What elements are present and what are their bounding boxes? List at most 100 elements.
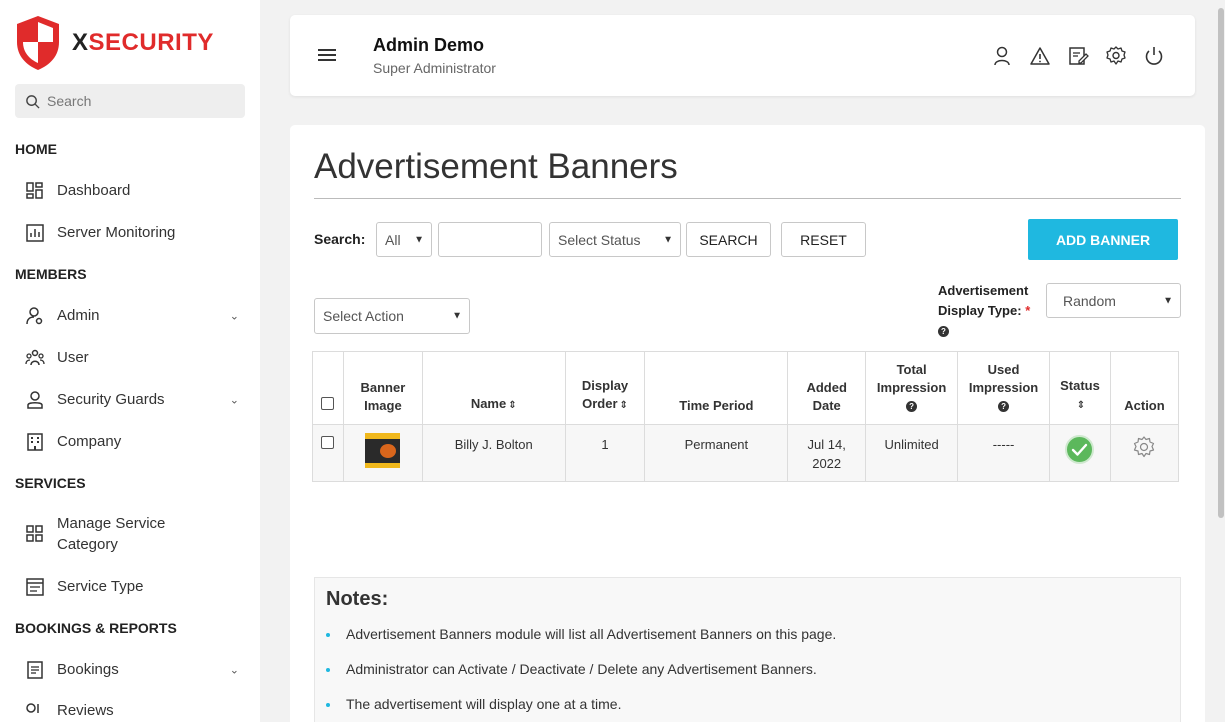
shield-icon bbox=[17, 16, 59, 70]
admin-name: Admin Demo bbox=[373, 35, 485, 55]
banner-used-impression: ----- bbox=[957, 424, 1051, 482]
add-banner-button[interactable]: ADD BANNER bbox=[1028, 219, 1178, 260]
table-row: Billy J. Bolton 1 Permanent Jul 14, 2022 … bbox=[312, 424, 1180, 482]
sidebar-item-dashboard[interactable]: Dashboard bbox=[25, 180, 245, 201]
sidebar-item-label: Service Type bbox=[57, 578, 144, 595]
header-display-order[interactable]: Display Order ⇕ bbox=[564, 351, 646, 425]
menu-toggle-icon[interactable] bbox=[318, 49, 336, 64]
status-select[interactable]: Select Status ▼ bbox=[549, 222, 681, 257]
search-input[interactable] bbox=[438, 222, 542, 257]
sidebar-item-label: Manage Service Category bbox=[57, 513, 165, 555]
sidebar-item-label: Dashboard bbox=[57, 182, 131, 199]
header-name[interactable]: Name ⇕ bbox=[421, 351, 566, 425]
gear-icon[interactable] bbox=[1132, 435, 1156, 459]
search-scope-select[interactable]: All ▼ bbox=[376, 222, 432, 257]
settings-icon[interactable] bbox=[1105, 45, 1127, 67]
reviews-icon bbox=[26, 702, 39, 713]
banner-status-cell bbox=[1049, 424, 1111, 482]
dashboard-icon bbox=[26, 181, 43, 199]
bullet-icon bbox=[326, 633, 330, 637]
list-icon bbox=[26, 577, 44, 596]
help-icon[interactable]: ? bbox=[938, 326, 949, 338]
chevron-down-icon: ▼ bbox=[452, 310, 462, 322]
sidebar-item-user[interactable]: User bbox=[25, 347, 245, 368]
banner-total-impression: Unlimited bbox=[865, 424, 959, 482]
required-mark: * bbox=[1025, 303, 1031, 318]
edit-icon[interactable] bbox=[1067, 45, 1089, 67]
sort-icon[interactable]: ⇕ bbox=[620, 400, 628, 411]
display-type-select[interactable]: Random ▼ bbox=[1046, 283, 1181, 318]
reset-button[interactable]: RESET bbox=[781, 222, 866, 257]
help-icon[interactable]: ? bbox=[906, 401, 918, 413]
sidebar-search-input[interactable]: Search bbox=[15, 84, 245, 118]
banner-thumbnail[interactable] bbox=[365, 433, 401, 468]
active-status-icon[interactable] bbox=[1065, 435, 1095, 464]
sidebar-item-label-line-2: Category bbox=[57, 536, 118, 553]
chevron-down-icon: ⌄ bbox=[229, 394, 239, 406]
main-content: Advertisement Banners Search: All ▼ Sele… bbox=[290, 125, 1205, 722]
title-divider bbox=[314, 198, 1181, 199]
user-icon[interactable] bbox=[991, 45, 1013, 67]
admin-role: Super Administrator bbox=[373, 60, 496, 76]
header-added-date: Added Date bbox=[787, 351, 867, 425]
chart-icon bbox=[26, 223, 44, 242]
sidebar-item-company[interactable]: Company bbox=[25, 431, 245, 452]
row-checkbox[interactable] bbox=[321, 436, 335, 449]
row-select-cell bbox=[312, 424, 344, 482]
header-label: Added bbox=[806, 380, 847, 395]
admin-icon bbox=[26, 306, 43, 324]
section-members: MEMBERS bbox=[15, 266, 87, 282]
bulk-action-select[interactable]: Select Action ▼ bbox=[314, 298, 470, 334]
sidebar-item-admin[interactable]: Admin ⌄ bbox=[25, 305, 245, 326]
notes-panel: Notes: Advertisement Banners module will… bbox=[314, 577, 1181, 722]
search-label: Search: bbox=[314, 231, 366, 247]
chevron-down-icon: ▼ bbox=[414, 234, 424, 245]
brand-name: XSECURITY bbox=[72, 29, 214, 57]
sidebar-item-security-guards[interactable]: Security Guards ⌄ bbox=[25, 389, 245, 410]
sort-icon[interactable]: ⇕ bbox=[508, 400, 516, 411]
header-status[interactable]: Status ⇕ bbox=[1049, 351, 1111, 425]
header-label: Status bbox=[1060, 378, 1100, 393]
header-banner-image: Banner Image bbox=[342, 351, 423, 425]
sidebar-item-label: User bbox=[57, 349, 89, 366]
sidebar-item-manage-service-category[interactable]: Manage Service Category bbox=[25, 513, 245, 555]
header-select-all bbox=[312, 351, 344, 425]
sidebar-search-placeholder: Search bbox=[47, 93, 92, 109]
building-icon bbox=[27, 432, 43, 451]
sidebar-item-label: Admin bbox=[57, 307, 100, 324]
help-icon[interactable]: ? bbox=[998, 401, 1010, 413]
sidebar-item-service-type[interactable]: Service Type bbox=[25, 576, 245, 597]
sidebar-item-server-monitoring[interactable]: Server Monitoring bbox=[25, 222, 245, 243]
note-text: Administrator can Activate / Deactivate … bbox=[346, 661, 817, 677]
notes-list: Advertisement Banners module will list a… bbox=[326, 626, 836, 722]
header-label: Banner bbox=[360, 380, 406, 395]
display-type-label: Advertisement Display Type: * ? bbox=[938, 281, 1048, 341]
added-date-line-1: Jul 14, bbox=[807, 437, 846, 452]
sort-icon[interactable]: ⇕ bbox=[1077, 400, 1085, 411]
header-label: Used bbox=[987, 362, 1020, 377]
search-icon bbox=[26, 94, 40, 109]
power-icon[interactable] bbox=[1143, 45, 1165, 67]
sidebar-item-reviews[interactable]: Reviews bbox=[25, 700, 245, 721]
bullet-icon bbox=[326, 668, 330, 672]
sidebar-item-label-line-1: Manage Service bbox=[57, 515, 166, 532]
banner-period: Permanent bbox=[644, 424, 789, 482]
scrollbar-thumb[interactable] bbox=[1218, 8, 1224, 518]
select-all-checkbox[interactable] bbox=[321, 397, 335, 410]
header-label: Total bbox=[896, 362, 927, 377]
header-label: Name bbox=[470, 396, 507, 411]
page-scrollbar[interactable] bbox=[1217, 0, 1225, 520]
brand-suffix: SECURITY bbox=[88, 29, 214, 56]
banner-added-date: Jul 14, 2022 bbox=[787, 424, 867, 482]
list-item: Advertisement Banners module will list a… bbox=[326, 626, 836, 661]
added-date-line-2: 2022 bbox=[812, 456, 842, 471]
alert-icon[interactable] bbox=[1029, 45, 1051, 67]
sidebar: XSECURITY Search HOME Dashboard Server M… bbox=[0, 0, 260, 722]
section-services: SERVICES bbox=[15, 475, 86, 491]
chevron-down-icon: ⌄ bbox=[229, 310, 239, 322]
sidebar-item-bookings[interactable]: Bookings ⌄ bbox=[25, 659, 245, 680]
document-icon bbox=[27, 660, 43, 679]
sidebar-item-label: Bookings bbox=[57, 661, 119, 678]
search-button[interactable]: SEARCH bbox=[686, 222, 771, 257]
brand-logo[interactable]: XSECURITY bbox=[14, 14, 214, 72]
